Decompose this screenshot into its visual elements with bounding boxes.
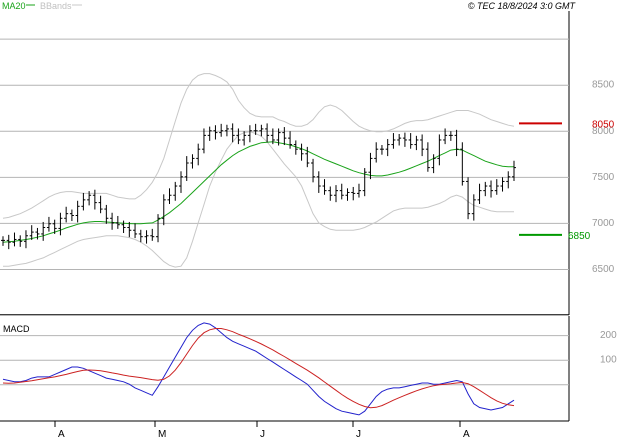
price-tick-label: 6500	[592, 264, 615, 275]
macd-lines	[2, 322, 515, 416]
month-label: J	[260, 429, 265, 440]
month-label: J	[356, 429, 361, 440]
price-bars	[1, 123, 516, 250]
legend-bbands: BBands	[40, 1, 72, 11]
month-axis: AMJJA	[54, 421, 470, 440]
signal-line	[2, 328, 515, 409]
macd-y-axis: 200 100	[600, 330, 617, 366]
macd-tick-label: 100	[600, 355, 617, 366]
copyright-text: © TEC 18/8/2024 3:0 GMT	[468, 1, 577, 11]
support-label: 6850	[568, 231, 591, 242]
bollinger-bands	[2, 73, 515, 268]
month-label: A	[58, 429, 65, 440]
legend-ma20: MA20	[2, 1, 26, 11]
price-tick-label: 8500	[592, 80, 615, 91]
macd-gridlines	[0, 335, 569, 386]
month-label: M	[158, 429, 166, 440]
price-gridlines	[0, 38, 569, 316]
bband-lower-line	[3, 131, 514, 268]
month-label: A	[463, 429, 470, 440]
macd-panel-title: MACD	[3, 324, 30, 334]
ma20-line	[2, 141, 514, 243]
resistance-label: 8050	[592, 119, 615, 130]
price-y-axis: 85008000750070006500	[592, 80, 615, 275]
macd-line	[2, 322, 515, 416]
price-tick-label: 7500	[592, 172, 615, 183]
macd-tick-label: 200	[600, 330, 617, 341]
bband-upper-line	[2, 73, 515, 219]
price-tick-label: 7000	[592, 218, 615, 229]
moving-average-20	[2, 141, 514, 243]
stock-chart: 85008000750070006500 80506850 200100 AMJ…	[0, 1, 617, 440]
